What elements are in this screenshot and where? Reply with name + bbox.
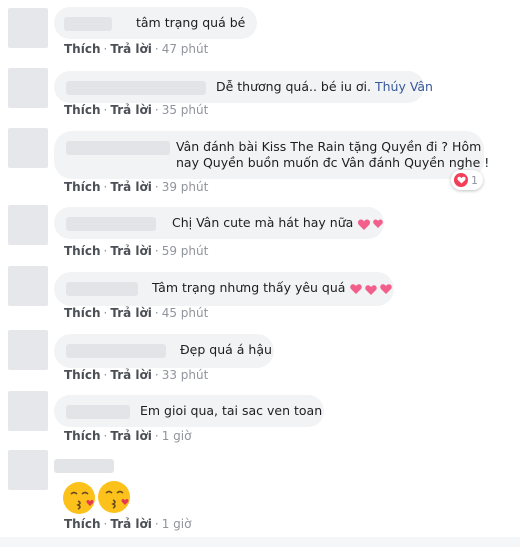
avatar[interactable] <box>8 8 48 48</box>
author-name[interactable] <box>54 459 114 473</box>
separator: · <box>154 180 159 194</box>
reply-link[interactable]: Trả lời <box>110 368 152 382</box>
comment-bubble: Đẹp quá á hậu <box>54 334 274 368</box>
kissing-face-icon <box>98 481 130 513</box>
timestamp[interactable]: 39 phút <box>162 180 209 194</box>
author-name[interactable] <box>66 343 166 358</box>
comment-actions: Thích · Trả lời · 45 phút <box>64 306 208 320</box>
separator: · <box>154 103 159 117</box>
avatar[interactable] <box>8 330 48 370</box>
separator: · <box>103 429 108 443</box>
timestamp[interactable]: 1 giờ <box>162 517 192 531</box>
comment-text: tâm trạng quá bé <box>135 15 246 30</box>
timestamp[interactable]: 45 phút <box>162 306 209 320</box>
comment-text-line1: Vân đánh bài Kiss The Rain tặng Quyền đi… <box>176 139 482 154</box>
reaction-count: 1 <box>471 173 478 187</box>
author-name[interactable] <box>66 281 138 296</box>
reply-link[interactable]: Trả lời <box>110 42 152 56</box>
comment-bubble: Vân đánh bài Kiss The Rain tặng Quyền đi… <box>54 131 490 179</box>
separator: · <box>154 244 159 258</box>
author-name[interactable] <box>66 140 170 155</box>
comment-actions: Thích · Trả lời · 33 phút <box>64 368 208 382</box>
comment-text: Chị Vân cute mà hát hay nữa <box>171 215 354 230</box>
comment-text: Tâm trạng nhưng thấy yêu quá <box>151 280 350 295</box>
kissing-face-sticker <box>63 481 130 514</box>
separator: · <box>154 429 159 443</box>
comment-bubble: Dễ thương quá.. bé iu ơi. Thúy Vân <box>54 71 433 103</box>
comment-actions: Thích · Trả lời · 35 phút <box>64 103 208 117</box>
timestamp[interactable]: 59 phút <box>162 244 209 258</box>
author-name[interactable] <box>66 216 156 231</box>
reply-link[interactable]: Trả lời <box>110 180 152 194</box>
kissing-face-icon <box>63 482 95 514</box>
reply-link[interactable]: Trả lời <box>110 517 152 531</box>
like-link[interactable]: Thích <box>64 180 101 194</box>
separator: · <box>103 517 108 531</box>
author-name[interactable] <box>64 16 112 31</box>
comment-actions: Thích · Trả lời · 39 phút <box>64 180 208 194</box>
reaction-summary[interactable]: 1 <box>451 170 483 190</box>
comment-actions: Thích · Trả lời · 59 phút <box>64 244 208 258</box>
separator: · <box>103 306 108 320</box>
comment-bubble: tâm trạng quá bé <box>54 7 257 39</box>
comment-text: Dễ thương quá.. bé iu ơi. <box>215 79 375 94</box>
comment-thread: tâm trạng quá bé Thích · Trả lời · 47 phút D… <box>0 0 520 547</box>
timestamp[interactable]: 1 giờ <box>162 429 192 443</box>
avatar[interactable] <box>8 68 48 108</box>
author-name[interactable] <box>66 404 130 419</box>
timestamp[interactable]: 47 phút <box>162 42 209 56</box>
avatar[interactable] <box>8 266 48 306</box>
comment-text-line2: nay Quyền buồn muốn đc Vân đánh Quyền ng… <box>176 155 490 170</box>
mention-link[interactable]: Thúy Vân <box>375 79 433 94</box>
separator: · <box>154 42 159 56</box>
timestamp[interactable]: 33 phút <box>162 368 209 382</box>
reply-link[interactable]: Trả lời <box>110 103 152 117</box>
reply-link[interactable]: Trả lời <box>110 306 152 320</box>
next-comment-edge <box>0 537 520 547</box>
separator: · <box>154 368 159 382</box>
like-link[interactable]: Thích <box>64 244 101 258</box>
avatar[interactable] <box>8 391 48 431</box>
avatar[interactable] <box>8 128 48 168</box>
timestamp[interactable]: 35 phút <box>162 103 209 117</box>
separator: · <box>154 517 159 531</box>
reply-link[interactable]: Trả lời <box>110 429 152 443</box>
reply-link[interactable]: Trả lời <box>110 244 152 258</box>
like-link[interactable]: Thích <box>64 429 101 443</box>
separator: · <box>103 244 108 258</box>
separator: · <box>103 103 108 117</box>
heart-reaction-icon <box>454 173 468 187</box>
like-link[interactable]: Thích <box>64 368 101 382</box>
avatar[interactable] <box>8 450 48 490</box>
comment-text: Em gioi qua, tai sac ven toan <box>139 403 323 418</box>
pink-heart-emoji <box>350 283 393 295</box>
like-link[interactable]: Thích <box>64 42 101 56</box>
comment-actions: Thích · Trả lời · 47 phút <box>64 42 208 56</box>
pink-heart-emoji <box>358 219 384 230</box>
like-link[interactable]: Thích <box>64 103 101 117</box>
comment-bubble: Em gioi qua, tai sac ven toan <box>54 395 324 427</box>
separator: · <box>103 42 108 56</box>
separator: · <box>103 180 108 194</box>
like-link[interactable]: Thích <box>64 306 101 320</box>
separator: · <box>103 368 108 382</box>
comment-text: Đẹp quá á hậu <box>179 342 272 357</box>
comment-actions: Thích · Trả lời · 1 giờ <box>64 517 191 531</box>
avatar[interactable] <box>8 205 48 245</box>
comment-bubble: Tâm trạng nhưng thấy yêu quá <box>54 272 394 306</box>
author-name[interactable] <box>66 80 206 95</box>
like-link[interactable]: Thích <box>64 517 101 531</box>
comment-actions: Thích · Trả lời · 1 giờ <box>64 429 191 443</box>
comment-bubble: Chị Vân cute mà hát hay nữa <box>54 207 384 239</box>
separator: · <box>154 306 159 320</box>
